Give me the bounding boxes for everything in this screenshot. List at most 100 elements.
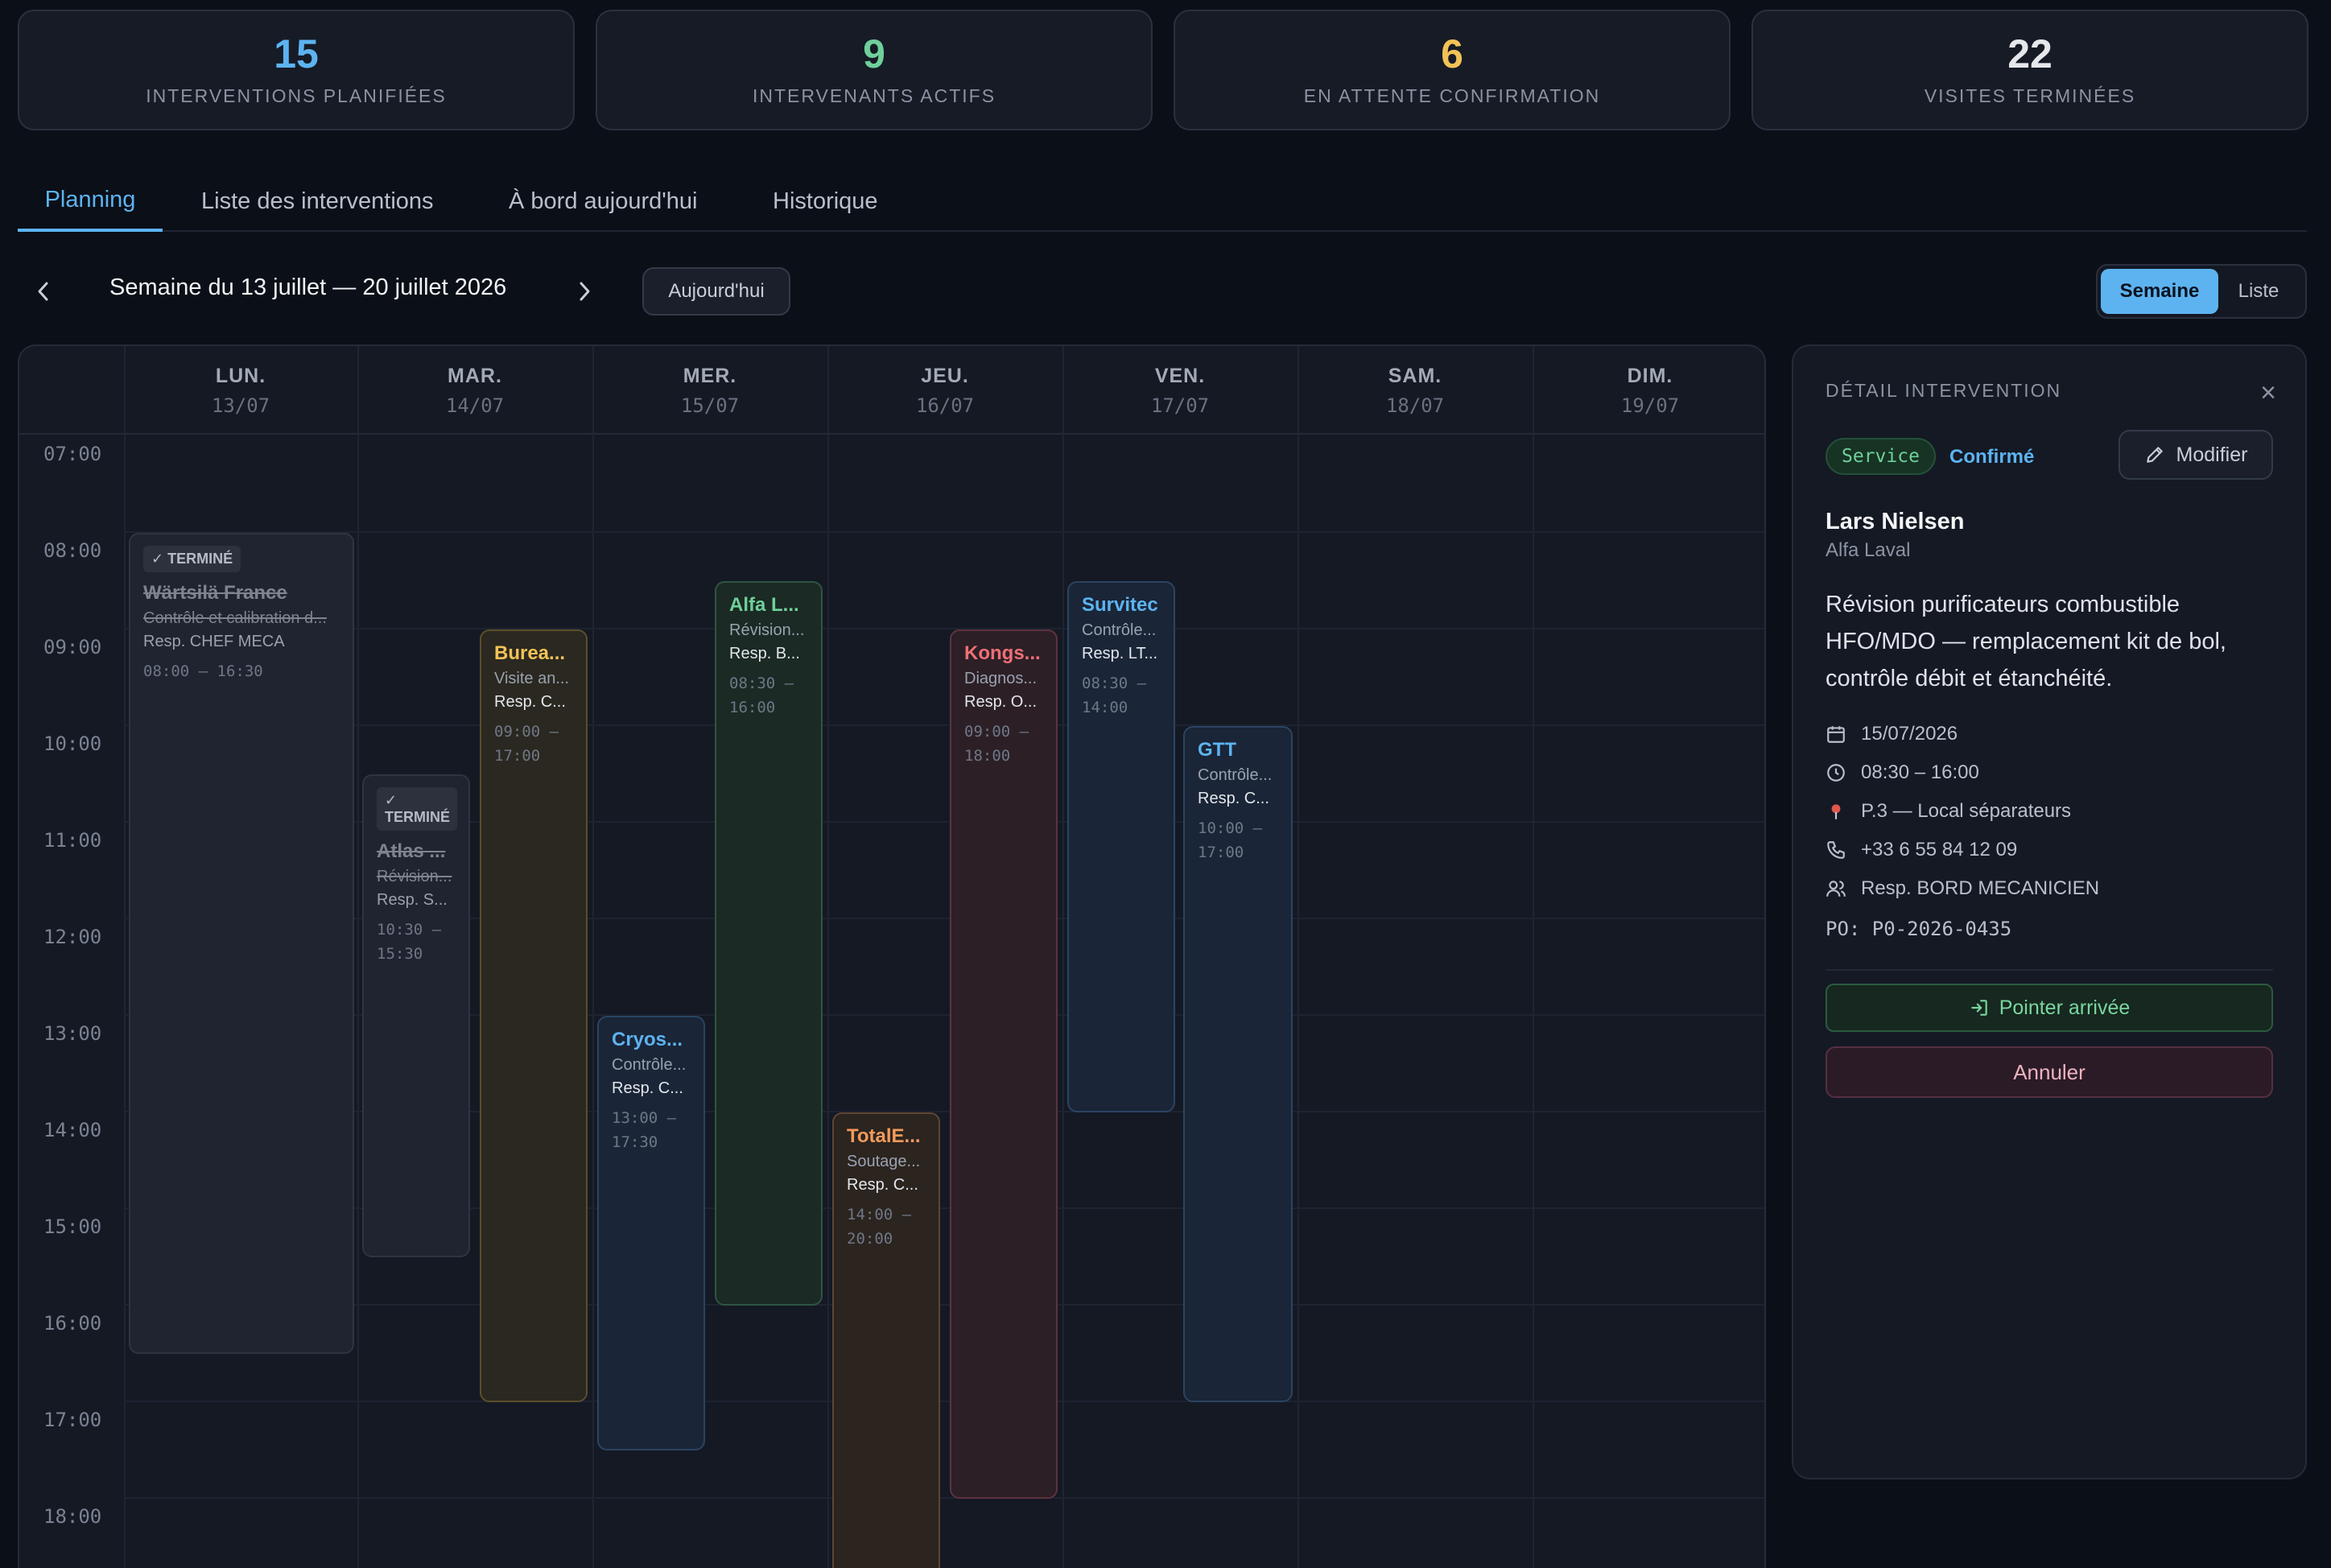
event-title: Burea... [494, 642, 566, 664]
stat-value: 6 [1441, 31, 1463, 76]
phone-row: +33 6 55 84 12 09 [1826, 839, 2017, 861]
event-title: TotalE... [847, 1125, 921, 1147]
hour-line [124, 1401, 1764, 1402]
done-badge: ✓ TERMINÉ [143, 546, 241, 572]
event-time: 09:00 – 18:00 [964, 723, 1029, 765]
close-icon[interactable]: × [2254, 378, 2283, 408]
edit-button[interactable]: Modifier [2119, 430, 2273, 480]
stat-card-active: 9 INTERVENANTS ACTIFS [596, 10, 1153, 130]
event-responsible: Resp. C... [847, 1176, 918, 1194]
event-card-gtt[interactable]: GTT Contrôle... Resp. C... 10:00 – 17:00 [1183, 726, 1293, 1402]
chevron-right-icon [580, 282, 590, 301]
stat-value: 15 [274, 31, 319, 76]
hour-line [124, 531, 1764, 533]
week-range-label: Semaine du 13 juillet — 20 juillet 2026 [109, 274, 507, 300]
check-in-button[interactable]: Pointer arrivée [1826, 984, 2273, 1032]
divider [1826, 969, 2273, 971]
view-list-button[interactable]: Liste [2218, 269, 2299, 314]
event-card-totalenergies[interactable]: TotalE... Soutage... Resp. C... 14:00 – … [832, 1112, 940, 1568]
today-button[interactable]: Aujourd'hui [642, 267, 790, 316]
stat-label: INTERVENANTS ACTIFS [752, 85, 996, 106]
phone-icon [1827, 841, 1845, 859]
event-time: 13:00 – 17:30 [612, 1109, 677, 1151]
hour-label: 11:00 [43, 829, 102, 852]
column-divider [357, 346, 359, 1568]
event-responsible: Resp. C... [1198, 790, 1269, 807]
next-week-button[interactable] [568, 275, 600, 307]
event-title: Survitec [1082, 594, 1158, 616]
event-description: Diagnos... [964, 670, 1038, 687]
event-card-bureau[interactable]: Burea... Visite an... Resp. C... 09:00 –… [480, 629, 588, 1402]
column-divider [592, 346, 594, 1568]
intervention-detail-panel: DÉTAIL INTERVENTION × Service Confirmé M… [1792, 345, 2307, 1479]
day-date: 13/07 [211, 394, 270, 417]
event-time: 08:30 – 16:00 [729, 675, 794, 716]
location-row: P.3 — Local séparateurs [1826, 800, 2071, 823]
event-title: GTT [1198, 739, 1236, 761]
event-card-survitec[interactable]: Survitec Contrôle... Resp. LT... 08:30 –… [1067, 581, 1175, 1112]
hour-label: 12:00 [43, 926, 102, 948]
hour-label: 18:00 [43, 1505, 102, 1528]
column-divider [124, 346, 126, 1568]
column-divider [1062, 346, 1064, 1568]
column-divider [1298, 346, 1299, 1568]
users-icon [1826, 881, 1846, 897]
stat-value: 9 [863, 31, 885, 76]
stats-row: 15 INTERVENTIONS PLANIFIÉES 9 INTERVENAN… [18, 10, 2308, 130]
company-name: Alfa Laval [1826, 539, 1911, 561]
map-pin-icon [1831, 804, 1841, 819]
done-badge: ✓ TERMINÉ [377, 787, 457, 831]
day-name: MAR. [448, 364, 502, 387]
stat-card-planned: 15 INTERVENTIONS PLANIFIÉES [18, 10, 575, 130]
event-card-cryos[interactable]: Cryos... Contrôle... Resp. C... 13:00 – … [597, 1016, 705, 1450]
day-date: 19/07 [1620, 394, 1680, 417]
previous-week-button[interactable] [27, 275, 60, 307]
event-description: Contrôle... [1082, 621, 1157, 639]
hour-label: 10:00 [43, 732, 102, 755]
phone-value: +33 6 55 84 12 09 [1861, 839, 2018, 860]
intervention-description: Révision purificateurs combustible HFO/M… [1826, 592, 2226, 691]
date-row: 15/07/2026 [1826, 723, 1958, 745]
view-toggle: Semaine Liste [2096, 264, 2307, 319]
tab-planning[interactable]: Planning [18, 171, 163, 232]
event-responsible: Resp. C... [612, 1079, 683, 1097]
hour-label: 17:00 [43, 1409, 102, 1431]
day-header-wed: MER. 15/07 [592, 346, 827, 435]
event-description: Révision... [729, 621, 805, 639]
day-date: 15/07 [680, 394, 740, 417]
event-card-kongsberg[interactable]: Kongs... Diagnos... Resp. O... 09:00 – 1… [950, 629, 1058, 1499]
event-card-atlas[interactable]: ✓ TERMINÉ Atlas ... Révision... Resp. S.… [362, 774, 470, 1257]
panel-title: DÉTAIL INTERVENTION [1826, 380, 2062, 401]
event-responsible: Resp. B... [729, 645, 800, 662]
event-description: Visite an... [494, 670, 570, 687]
day-header-thu: JEU. 16/07 [827, 346, 1062, 435]
tab-interventions-list[interactable]: Liste des interventions [201, 171, 434, 232]
event-card-alfa-laval[interactable]: Alfa L... Révision... Resp. B... 08:30 –… [715, 581, 823, 1306]
tab-history[interactable]: Historique [773, 171, 878, 232]
stat-label: INTERVENTIONS PLANIFIÉES [146, 85, 447, 106]
tab-on-board-today[interactable]: À bord aujourd'hui [509, 171, 697, 232]
hour-line [124, 628, 1764, 629]
day-header-sat: SAM. 18/07 [1298, 346, 1533, 435]
event-card-wartsila[interactable]: ✓ TERMINÉ Wärtsilä France Contrôle et ca… [129, 533, 354, 1354]
login-icon [1970, 1000, 1987, 1016]
day-date: 18/07 [1385, 394, 1445, 417]
cancel-button[interactable]: Annuler [1826, 1046, 2273, 1098]
event-responsible: Resp. LT... [1082, 645, 1158, 662]
stat-card-pending: 6 EN ATTENTE CONFIRMATION [1174, 10, 1731, 130]
tab-bar: Planning Liste des interventions À bord … [18, 171, 2307, 232]
event-responsible: Resp. CHEF MECA [143, 633, 285, 650]
stat-card-completed: 22 VISITES TERMINÉES [1751, 10, 2308, 130]
event-description: Révision... [377, 868, 452, 885]
view-week-button[interactable]: Semaine [2101, 269, 2218, 314]
hour-label: 08:00 [43, 539, 102, 562]
week-calendar: LUN. 13/07 MAR. 14/07 MER. 15/07 JEU. 16… [18, 345, 1766, 1568]
check-in-label: Pointer arrivée [1999, 996, 2131, 1019]
hour-label: 07:00 [43, 443, 102, 465]
event-description: Contrôle et calibration d... [143, 609, 327, 627]
event-time: 08:30 – 14:00 [1082, 675, 1147, 716]
column-divider [827, 346, 829, 1568]
event-title: Atlas ... [377, 840, 446, 862]
event-title: Wärtsilä France [143, 582, 287, 604]
day-name: LUN. [215, 364, 266, 387]
